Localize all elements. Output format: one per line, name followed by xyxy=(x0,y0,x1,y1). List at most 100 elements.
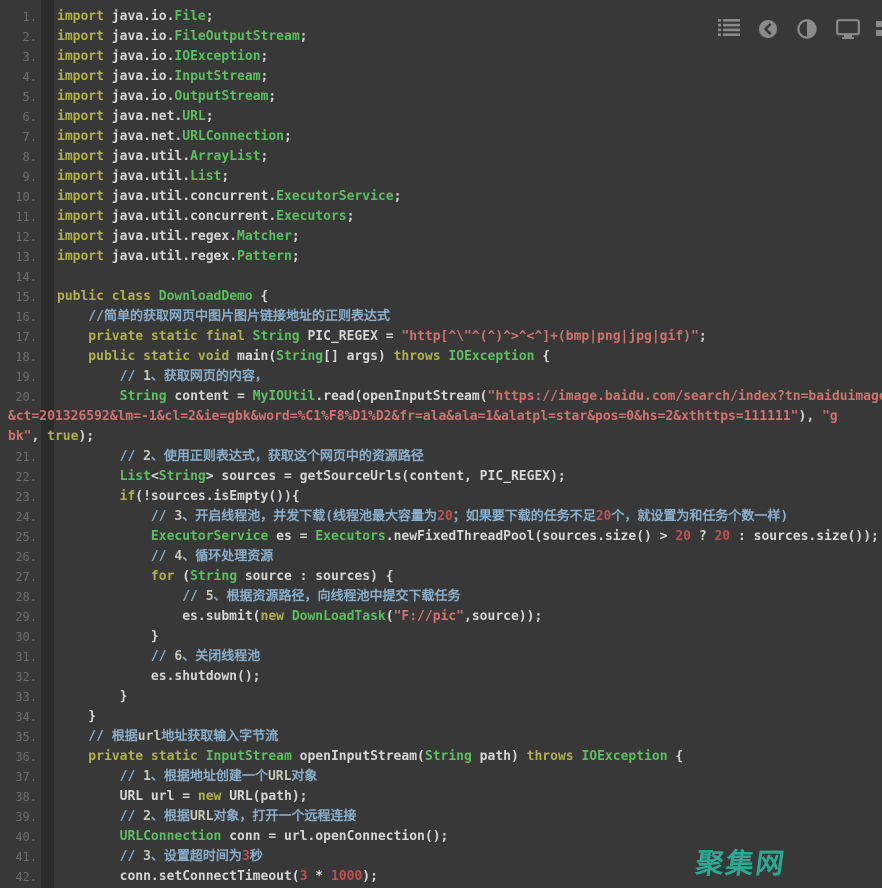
line-number: 12. xyxy=(0,227,37,247)
code-line-text: import java.util.List; xyxy=(57,167,229,187)
line-number: 13. xyxy=(0,247,37,267)
code-line-text: es.shutdown(); xyxy=(57,667,261,687)
code-row: 24. // 3、开启线程池，并发下载(线程池最大容量为20；如果要下载的任务不… xyxy=(0,507,882,527)
code-row-wrap: &ct=201326592&lm=-1&cl=2&ie=gbk&word=%C1… xyxy=(0,407,882,427)
code-line-text: es.submit(new DownLoadTask("F://pic",sou… xyxy=(57,607,542,627)
line-number: 42. xyxy=(0,867,37,887)
code-row: 31. // 6、关闭线程池 xyxy=(0,647,882,667)
code-line-text: // 3、设置超时间为3秒 xyxy=(57,847,263,867)
code-line-text: URLConnection conn = url.openConnection(… xyxy=(57,827,448,847)
line-number: 31. xyxy=(0,647,37,667)
code-row: 14. xyxy=(0,267,882,287)
monitor-icon[interactable] xyxy=(836,19,860,39)
line-number: 30. xyxy=(0,627,37,647)
line-number: 4. xyxy=(0,67,37,87)
code-editor-screenshot: { "watermark": {"text": "聚集网", "color": … xyxy=(0,0,882,888)
code-line-text: // 3、开启线程池，并发下载(线程池最大容量为20；如果要下载的任务不足20个… xyxy=(57,507,788,527)
line-number: 25. xyxy=(0,527,37,547)
line-number: 24. xyxy=(0,507,37,527)
line-number: 20. xyxy=(0,387,37,407)
code-line-text: // 2、使用正则表达式，获取这个网页中的资源路径 xyxy=(57,447,424,467)
code-line-text: public static void main(String[] args) t… xyxy=(57,347,550,367)
code-area: 1.import java.io.File;2.import java.io.F… xyxy=(0,0,882,887)
code-line-text: bk", true); xyxy=(8,427,94,447)
code-line-text: private static InputStream openInputStre… xyxy=(57,747,683,767)
contrast-icon[interactable] xyxy=(797,19,821,39)
code-line-text: import java.util.regex.Pattern; xyxy=(57,247,300,267)
code-row: 21. // 2、使用正则表达式，获取这个网页中的资源路径 xyxy=(0,447,882,467)
line-number: 15. xyxy=(0,287,37,307)
code-row: 28. // 5、根据资源路径，向线程池中提交下载任务 xyxy=(0,587,882,607)
code-row: 4. import java.io.InputStream; xyxy=(0,67,882,87)
code-line-text: import java.util.concurrent.Executors; xyxy=(57,207,354,227)
code-line-text: import java.util.concurrent.ExecutorServ… xyxy=(57,187,401,207)
line-number: 8. xyxy=(0,147,37,167)
code-row: 6. import java.net.URL; xyxy=(0,107,882,127)
code-row: 15.public class DownloadDemo { xyxy=(0,287,882,307)
code-row: 10. import java.util.concurrent.ExecutorS… xyxy=(0,187,882,207)
line-number: 5. xyxy=(0,87,37,107)
code-line-text: // 2、根据URL对象，打开一个远程连接 xyxy=(57,807,356,827)
line-number: 40. xyxy=(0,827,37,847)
line-number: 37. xyxy=(0,767,37,787)
code-rows: 1.import java.io.File;2.import java.io.F… xyxy=(0,7,882,887)
line-number: 9. xyxy=(0,167,37,187)
clipped-icon[interactable] xyxy=(874,19,882,39)
line-number: 28. xyxy=(0,587,37,607)
code-line-text: import java.io.IOException; xyxy=(57,47,268,67)
code-line-text: // 1、根据地址创建一个URL对象 xyxy=(57,767,317,787)
code-row: 33. } xyxy=(0,687,882,707)
code-row: 12. import java.util.regex.Matcher; xyxy=(0,227,882,247)
code-line-text: // 4、循环处理资源 xyxy=(57,547,273,567)
line-number: 19. xyxy=(0,367,37,387)
line-number: 18. xyxy=(0,347,37,367)
code-row: 18. public static void main(String[] arg… xyxy=(0,347,882,367)
list-icon[interactable] xyxy=(718,19,742,39)
code-line-text: for (String source : sources) { xyxy=(57,567,394,587)
code-row: 30. } xyxy=(0,627,882,647)
code-row: 8. import java.util.ArrayList; xyxy=(0,147,882,167)
code-line-text: &ct=201326592&lm=-1&cl=2&ie=gbk&word=%C1… xyxy=(8,407,838,427)
line-number: 16. xyxy=(0,307,37,327)
code-line-text: URL url = new URL(path); xyxy=(57,787,307,807)
code-row: 25. ExecutorService es = Executors.newFi… xyxy=(0,527,882,547)
code-row: 32. es.shutdown(); xyxy=(0,667,882,687)
code-row: 5. import java.io.OutputStream; xyxy=(0,87,882,107)
code-row: 13. import java.util.regex.Pattern; xyxy=(0,247,882,267)
line-number: 41. xyxy=(0,847,37,867)
code-line-text: import java.util.regex.Matcher; xyxy=(57,227,300,247)
code-line-text: ExecutorService es = Executors.newFixedT… xyxy=(57,527,879,547)
code-row: 11. import java.util.concurrent.Executors… xyxy=(0,207,882,227)
code-row: 35. // 根据url地址获取输入字节流 xyxy=(0,727,882,747)
line-number: 21. xyxy=(0,447,37,467)
code-line-text: } xyxy=(57,687,127,707)
line-number: 3. xyxy=(0,47,37,67)
code-row: 34. } xyxy=(0,707,882,727)
back-icon[interactable] xyxy=(758,19,782,39)
code-row: 37. // 1、根据地址创建一个URL对象 xyxy=(0,767,882,787)
code-line-text: // 根据url地址获取输入字节流 xyxy=(57,727,278,747)
code-row: 19. // 1、获取网页的内容， xyxy=(0,367,882,387)
line-number: 22. xyxy=(0,467,37,487)
code-line-text: import java.io.OutputStream; xyxy=(57,87,276,107)
code-row: 38. URL url = new URL(path); xyxy=(0,787,882,807)
code-row: 3. import java.io.IOException; xyxy=(0,47,882,67)
code-line-text: import java.io.InputStream; xyxy=(57,67,268,87)
code-row-wrap: bk", true); xyxy=(0,427,882,447)
code-line-text: //简单的获取网页中图片图片链接地址的正则表达式 xyxy=(57,307,390,327)
code-row: 7.import java.net.URLConnection; xyxy=(0,127,882,147)
code-row: 9. import java.util.List; xyxy=(0,167,882,187)
line-number: 6. xyxy=(0,107,37,127)
watermark: 聚集网 xyxy=(693,842,789,882)
code-row: 20. String content = MyIOUtil.read(openI… xyxy=(0,387,882,407)
code-line-text: import java.net.URL; xyxy=(57,107,214,127)
line-number: 11. xyxy=(0,207,37,227)
line-number: 29. xyxy=(0,607,37,627)
code-line-text: import java.util.ArrayList; xyxy=(57,147,268,167)
line-number: 32. xyxy=(0,667,37,687)
code-row: 22. List<String> sources = getSourceUrls… xyxy=(0,467,882,487)
code-line-text: } xyxy=(57,707,96,727)
line-number: 23. xyxy=(0,487,37,507)
line-number: 10. xyxy=(0,187,37,207)
code-row: 26. // 4、循环处理资源 xyxy=(0,547,882,567)
